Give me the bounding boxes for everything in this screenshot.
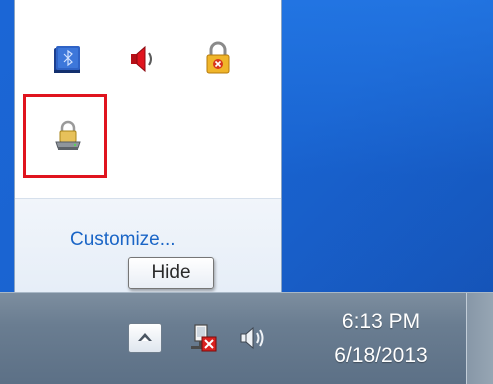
network-icon[interactable] <box>186 321 220 355</box>
hide-tooltip: Hide <box>128 257 214 289</box>
clock-time: 6:13 PM <box>341 310 421 333</box>
desktop-background <box>280 0 493 292</box>
notification-overflow-popup: Customize... <box>14 0 282 293</box>
volume-icon[interactable] <box>236 323 270 353</box>
drive-lock-icon[interactable] <box>51 118 85 152</box>
taskbar: 6:13 PM 6/18/2013 <box>0 292 493 384</box>
bluetooth-icon[interactable] <box>51 42 85 76</box>
lock-icon[interactable] <box>201 40 235 74</box>
clock-date: 6/18/2013 <box>334 344 428 367</box>
show-hidden-icons-button[interactable] <box>128 323 162 353</box>
system-clock[interactable]: 6:13 PM 6/18/2013 <box>306 305 456 377</box>
speaker-icon[interactable] <box>125 42 159 76</box>
customize-link[interactable]: Customize... <box>70 229 176 251</box>
hidden-icons-area <box>15 0 281 198</box>
show-desktop-button[interactable] <box>466 293 493 384</box>
